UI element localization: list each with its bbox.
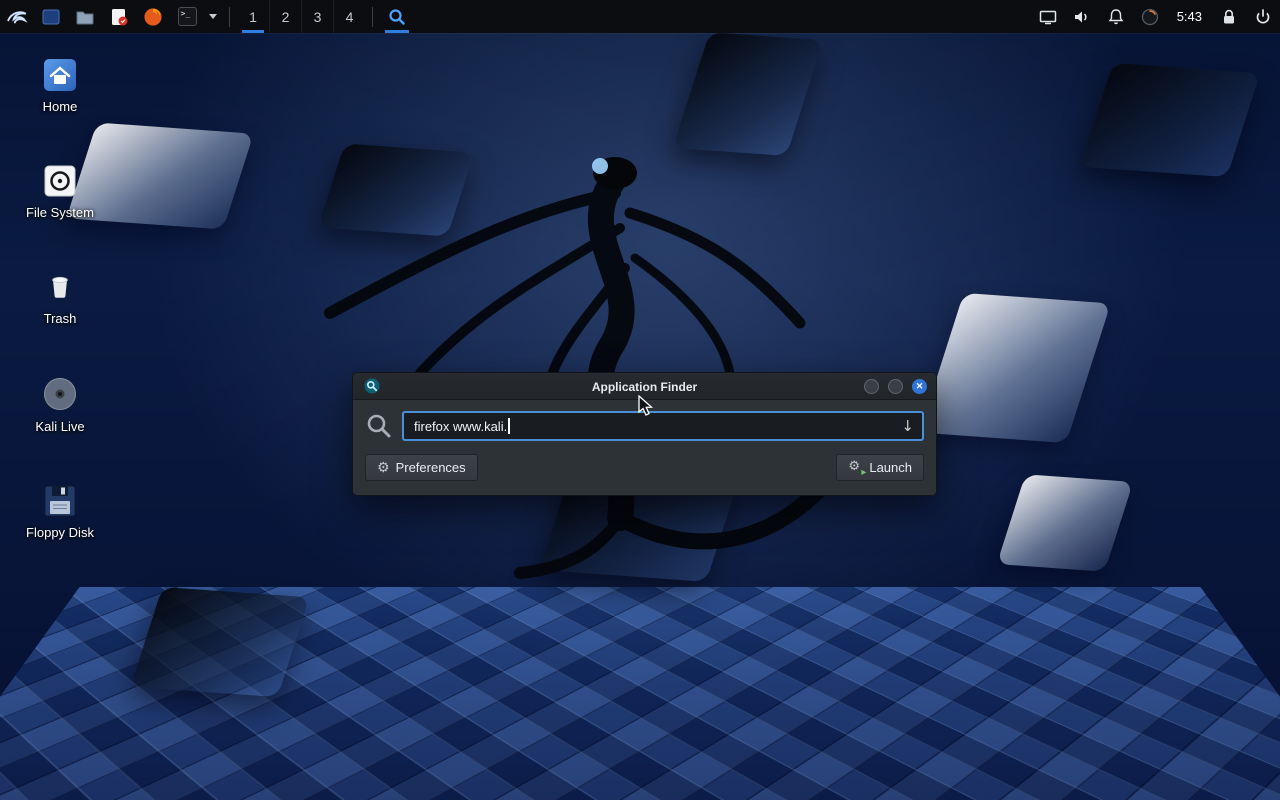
panel-separator — [229, 7, 230, 27]
desktop-icon-file-system[interactable]: File System — [12, 162, 108, 220]
workspace-label: 3 — [314, 9, 322, 25]
home-icon — [41, 56, 79, 94]
dropdown-arrow-icon[interactable]: ↓ — [901, 417, 914, 435]
file-manager-icon — [41, 7, 61, 27]
window-magnifier-icon — [364, 378, 380, 399]
kali-logo-icon — [5, 5, 29, 29]
preferences-button[interactable]: ⚙ Preferences — [365, 454, 478, 481]
search-input[interactable]: firefox www.kali. ↓ — [402, 411, 924, 441]
workspace-button-3[interactable]: 3 — [301, 0, 333, 33]
workspace-button-1[interactable]: 1 — [237, 0, 269, 33]
workspace-label: 2 — [282, 9, 290, 25]
drive-icon — [41, 162, 79, 200]
preferences-label: Preferences — [396, 460, 466, 475]
terminal-dropdown-button[interactable] — [204, 0, 222, 33]
search-icon — [365, 412, 393, 440]
lock-screen-button[interactable] — [1212, 0, 1246, 33]
terminal-launcher[interactable]: >_ — [170, 0, 204, 33]
workspace-label: 1 — [249, 9, 257, 25]
launch-icon: ⚙ ▸ — [848, 460, 863, 475]
launch-button[interactable]: ⚙ ▸ Launch — [836, 454, 924, 481]
file-manager-launcher[interactable] — [34, 0, 68, 33]
wallpaper-cube-dark — [673, 32, 824, 156]
desktop-icon-trash[interactable]: Trash — [12, 268, 108, 326]
desktop-icon-home[interactable]: Home — [12, 56, 108, 114]
logout-button[interactable] — [1246, 0, 1280, 33]
chevron-down-icon — [209, 14, 217, 19]
wallpaper-cube-glass — [997, 474, 1133, 571]
text-caret — [508, 418, 510, 434]
launch-label: Launch — [869, 460, 912, 475]
app-finder-taskbar-item[interactable] — [380, 0, 414, 33]
close-icon: ✕ — [916, 382, 924, 391]
minimize-button[interactable] — [864, 379, 879, 394]
screen: Home File System Trash Kali Live — [0, 0, 1280, 800]
top-panel: >_ 1 2 3 4 — [0, 0, 1280, 33]
status-indicator-tray-button[interactable] — [1133, 0, 1167, 33]
lock-icon — [1219, 7, 1239, 27]
desktop-icon-label: Kali Live — [35, 419, 84, 434]
firefox-launcher[interactable] — [136, 0, 170, 33]
volume-tray-button[interactable] — [1065, 0, 1099, 33]
workspace-button-2[interactable]: 2 — [269, 0, 301, 33]
wallpaper-cube-dark — [131, 587, 310, 697]
wallpaper-cube-dark — [1080, 63, 1260, 177]
desktop-icon-label: Floppy Disk — [26, 525, 94, 540]
notifications-tray-button[interactable] — [1099, 0, 1133, 33]
kali-dragon-wallpaper — [270, 118, 950, 588]
clock[interactable]: 5:43 — [1167, 9, 1212, 24]
desktop-icon-label: Home — [43, 99, 78, 114]
folder-icon — [75, 7, 95, 27]
panel-separator — [372, 7, 373, 27]
text-editor-launcher[interactable] — [102, 0, 136, 33]
desktop-icon-floppy-disk[interactable]: Floppy Disk — [12, 482, 108, 540]
volume-icon — [1072, 7, 1092, 27]
kali-menu-button[interactable] — [0, 0, 34, 33]
trash-icon — [41, 268, 79, 306]
app-finder-icon — [387, 7, 407, 27]
display-icon — [1038, 7, 1058, 27]
floppy-icon — [41, 482, 79, 520]
wallpaper-cube-glass — [919, 293, 1111, 443]
text-editor-icon — [109, 7, 129, 27]
display-settings-tray-button[interactable] — [1031, 0, 1065, 33]
desktop-icon-kali-live[interactable]: Kali Live — [12, 374, 108, 434]
search-input-value: firefox www.kali. — [414, 419, 507, 434]
firefox-icon — [143, 7, 163, 27]
maximize-button[interactable] — [888, 379, 903, 394]
wallpaper-cube-dark — [318, 143, 474, 236]
disc-icon — [40, 374, 80, 414]
close-button[interactable]: ✕ — [912, 379, 927, 394]
desktop-icon-label: File System — [26, 205, 94, 220]
window-title: Application Finder — [353, 373, 936, 400]
status-indicator-icon — [1140, 7, 1160, 27]
workspace-label: 4 — [346, 9, 354, 25]
workspace-button-4[interactable]: 4 — [333, 0, 365, 33]
bell-icon — [1106, 7, 1126, 27]
terminal-icon: >_ — [178, 7, 197, 26]
gear-icon: ⚙ — [377, 461, 390, 475]
application-finder-window: Application Finder ✕ firefox www.kali. ↓ — [352, 372, 937, 496]
desktop-icon-label: Trash — [44, 311, 77, 326]
power-icon — [1253, 7, 1273, 27]
files-launcher[interactable] — [68, 0, 102, 33]
titlebar[interactable]: Application Finder ✕ — [353, 373, 936, 400]
